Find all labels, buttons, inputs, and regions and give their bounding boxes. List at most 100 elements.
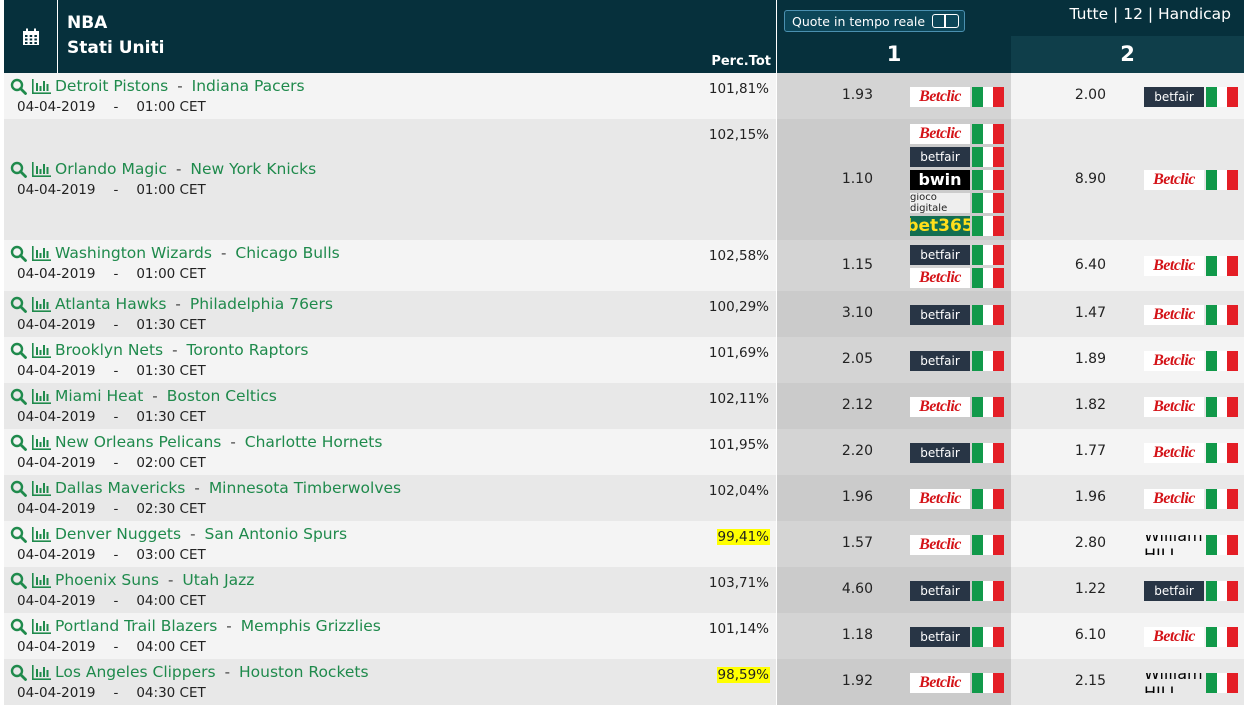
bookmaker-betfair[interactable]: betfair — [910, 442, 1005, 463]
bookmaker-betclic[interactable]: Betclic — [910, 534, 1005, 555]
match-teams[interactable]: Phoenix Suns - Utah Jazz — [10, 570, 254, 589]
betfair-logo[interactable]: betfair — [910, 350, 970, 371]
bookmaker-betclic[interactable]: Betclic — [1144, 255, 1239, 276]
odds-home-value[interactable]: 2.05 — [842, 351, 873, 367]
odds-away-value[interactable]: 2.00 — [1075, 87, 1106, 103]
bookmaker-betclic[interactable]: Betclic — [910, 86, 1005, 107]
betclic-logo[interactable]: Betclic — [1144, 626, 1204, 647]
odds-away-value[interactable]: 1.22 — [1075, 581, 1106, 597]
stats-chart-icon[interactable] — [31, 78, 52, 95]
bookmaker-william[interactable]: William HILL — [1144, 672, 1239, 693]
match-teams[interactable]: Denver Nuggets - San Antonio Spurs — [10, 524, 347, 543]
live-odds-toggle[interactable]: Quote in tempo reale — [784, 10, 965, 32]
gioco-logo[interactable]: gioco digitale — [910, 192, 970, 213]
away-team-link[interactable]: Toronto Raptors — [187, 341, 309, 359]
match-teams[interactable]: Los Angeles Clippers - Houston Rockets — [10, 662, 369, 681]
away-team-link[interactable]: San Antonio Spurs — [205, 525, 348, 543]
betclic-logo[interactable]: Betclic — [1144, 304, 1204, 325]
search-icon[interactable] — [10, 480, 27, 497]
odds-home-value[interactable]: 1.92 — [842, 673, 873, 689]
odds-away-value[interactable]: 1.82 — [1075, 397, 1106, 413]
home-team-link[interactable]: Denver Nuggets — [55, 525, 181, 543]
match-teams[interactable]: Dallas Mavericks - Minnesota Timberwolves — [10, 478, 401, 497]
match-teams[interactable]: Detroit Pistons - Indiana Pacers — [10, 76, 305, 95]
bookmaker-betclic[interactable]: Betclic — [910, 672, 1005, 693]
betclic-logo[interactable]: Betclic — [1144, 396, 1204, 417]
away-team-link[interactable]: Memphis Grizzlies — [241, 617, 381, 635]
stats-chart-icon[interactable] — [31, 572, 52, 589]
stats-chart-icon[interactable] — [31, 480, 52, 497]
home-team-link[interactable]: Miami Heat — [55, 387, 143, 405]
home-team-link[interactable]: Dallas Mavericks — [55, 479, 185, 497]
betclic-logo[interactable]: Betclic — [910, 488, 970, 509]
bookmaker-betclic[interactable]: Betclic — [910, 396, 1005, 417]
odds-home-value[interactable]: 1.18 — [842, 627, 873, 643]
away-team-link[interactable]: Charlotte Hornets — [245, 433, 383, 451]
market-filters[interactable]: Tutte | 12 | Handicap — [1070, 5, 1232, 23]
odds-home-value[interactable]: 1.10 — [842, 171, 873, 187]
away-team-link[interactable]: Philadelphia 76ers — [190, 295, 333, 313]
match-teams[interactable]: Portland Trail Blazers - Memphis Grizzlies — [10, 616, 381, 635]
home-team-link[interactable]: Atlanta Hawks — [55, 295, 166, 313]
betclic-logo[interactable]: Betclic — [1144, 488, 1204, 509]
betfair-logo[interactable]: betfair — [910, 244, 970, 265]
search-icon[interactable] — [10, 342, 27, 359]
bookmaker-bwin[interactable]: bwin — [910, 169, 1005, 190]
away-team-link[interactable]: Chicago Bulls — [235, 244, 339, 262]
betfair-logo[interactable]: betfair — [1144, 86, 1204, 107]
betclic-logo[interactable]: Betclic — [910, 86, 970, 107]
odds-home-value[interactable]: 4.60 — [842, 581, 873, 597]
betclic-logo[interactable]: Betclic — [1144, 442, 1204, 463]
home-team-link[interactable]: Orlando Magic — [55, 160, 167, 178]
calendar-cell[interactable] — [4, 0, 57, 73]
bookmaker-betclic[interactable]: Betclic — [1144, 626, 1239, 647]
calendar-icon[interactable] — [22, 28, 40, 46]
betclic-logo[interactable]: Betclic — [910, 672, 970, 693]
home-team-link[interactable]: Washington Wizards — [55, 244, 212, 262]
betclic-logo[interactable]: Betclic — [910, 534, 970, 555]
betfair-logo[interactable]: betfair — [910, 626, 970, 647]
stats-chart-icon[interactable] — [31, 342, 52, 359]
match-teams[interactable]: Orlando Magic - New York Knicks — [10, 159, 316, 178]
stats-chart-icon[interactable] — [31, 618, 52, 635]
odds-away-value[interactable]: 6.40 — [1075, 257, 1106, 273]
search-icon[interactable] — [10, 296, 27, 313]
bookmaker-betfair[interactable]: betfair — [910, 626, 1005, 647]
odds-away-value[interactable]: 1.96 — [1075, 489, 1106, 505]
bookmaker-betclic[interactable]: Betclic — [1144, 396, 1239, 417]
odds-home-value[interactable]: 1.15 — [842, 257, 873, 273]
bookmaker-betclic[interactable]: Betclic — [1144, 304, 1239, 325]
william-logo[interactable]: William HILL — [1144, 673, 1204, 693]
odds-home-value[interactable]: 1.96 — [842, 489, 873, 505]
odds-away-value[interactable]: 8.90 — [1075, 171, 1106, 187]
home-team-link[interactable]: Los Angeles Clippers — [55, 663, 216, 681]
bookmaker-bet365[interactable]: bet365 — [910, 215, 1005, 236]
stats-chart-icon[interactable] — [31, 245, 52, 262]
match-teams[interactable]: Atlanta Hawks - Philadelphia 76ers — [10, 294, 333, 313]
bookmaker-betclic[interactable]: Betclic — [1144, 169, 1239, 190]
match-teams[interactable]: Miami Heat - Boston Celtics — [10, 386, 277, 405]
home-team-link[interactable]: New Orleans Pelicans — [55, 433, 221, 451]
odds-home-value[interactable]: 1.93 — [842, 87, 873, 103]
away-team-link[interactable]: Houston Rockets — [239, 663, 369, 681]
bookmaker-betclic[interactable]: Betclic — [910, 123, 1005, 144]
william-logo[interactable]: William HILL — [1144, 535, 1204, 555]
bookmaker-betfair[interactable]: betfair — [1144, 86, 1239, 107]
search-icon[interactable] — [10, 78, 27, 95]
odds-away-value[interactable]: 1.77 — [1075, 443, 1106, 459]
odds-away-value[interactable]: 2.80 — [1075, 535, 1106, 551]
away-team-link[interactable]: New York Knicks — [190, 160, 316, 178]
odds-home-value[interactable]: 2.20 — [842, 443, 873, 459]
bookmaker-betfair[interactable]: betfair — [910, 146, 1005, 167]
stats-chart-icon[interactable] — [31, 161, 52, 178]
betclic-logo[interactable]: Betclic — [1144, 169, 1204, 190]
stats-chart-icon[interactable] — [31, 296, 52, 313]
bookmaker-betclic[interactable]: Betclic — [910, 488, 1005, 509]
home-team-link[interactable]: Detroit Pistons — [55, 77, 168, 95]
away-team-link[interactable]: Minnesota Timberwolves — [209, 479, 401, 497]
search-icon[interactable] — [10, 526, 27, 543]
odds-away-value[interactable]: 1.47 — [1075, 305, 1106, 321]
odds-home-value[interactable]: 3.10 — [842, 305, 873, 321]
match-teams[interactable]: New Orleans Pelicans - Charlotte Hornets — [10, 432, 382, 451]
odds-home-value[interactable]: 2.12 — [842, 397, 873, 413]
